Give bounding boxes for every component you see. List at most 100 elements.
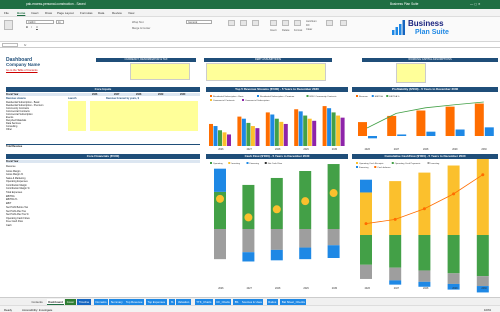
legend-label: Commercial Contracts <box>213 99 236 102</box>
cell-styles-button[interactable] <box>252 20 259 26</box>
status-ready: Ready <box>4 307 13 312</box>
bar <box>389 280 402 285</box>
launch-inputs[interactable] <box>68 101 86 131</box>
tick-label: 2029 <box>452 148 458 151</box>
bar <box>484 127 494 136</box>
year-label: 2026 <box>92 93 98 96</box>
legend-label: Investing <box>431 162 441 165</box>
conditional-formatting-button[interactable] <box>228 20 235 26</box>
autosum-button[interactable]: AutoSum <box>306 20 317 23</box>
bar <box>368 136 377 139</box>
wrap-text-button[interactable]: Wrap Text <box>132 21 144 24</box>
toc-link[interactable]: Go to the Table of Contents <box>6 69 38 72</box>
tab-data[interactable]: Data <box>98 11 104 15</box>
year-label: 2029 <box>158 93 164 96</box>
format-cells-button[interactable] <box>294 20 301 26</box>
tick-label: 2030 <box>332 287 338 290</box>
fin-fiscal-year-row: Fiscal Year <box>6 160 200 163</box>
forecast-inputs[interactable] <box>90 101 198 131</box>
bar <box>242 229 255 253</box>
fin-row: Operating Expenses <box>6 180 28 183</box>
cumcf-chart: Operating Cash Receipts Operating Cash Pa… <box>356 159 489 293</box>
legend-swatch <box>242 99 244 101</box>
tick-label: 2026 <box>218 287 224 290</box>
find-select-button[interactable] <box>340 20 347 26</box>
fiscal-year-row: Fiscal Year 2026 2027 2028 2029 2030 <box>6 93 200 96</box>
legend-swatch <box>356 162 358 164</box>
tab-file[interactable]: File <box>4 11 9 15</box>
italic-button[interactable]: I <box>31 26 32 29</box>
name-box[interactable] <box>2 43 18 47</box>
legend-label: EBITDA <box>375 95 383 98</box>
bar <box>303 115 308 146</box>
format-label: Format <box>294 29 303 32</box>
sheet-grid[interactable]: Dashboard Company Name Go to the Table o… <box>0 48 500 297</box>
company-name: Company Name <box>6 62 41 67</box>
tab-formulas[interactable]: Formulas <box>80 11 93 15</box>
bar <box>476 235 489 277</box>
tab-home[interactable]: Home <box>17 11 25 15</box>
bar <box>476 159 489 235</box>
wc-inputs[interactable] <box>396 63 426 83</box>
sheet-tabs-bar: Contents Dashboard Cover Timeline Domains Sum… <box>0 297 500 305</box>
bold-button[interactable]: B <box>26 26 28 29</box>
legend-label: Operating Cash Receipts <box>359 162 384 165</box>
bar <box>270 229 283 250</box>
bar <box>447 235 460 274</box>
insert-label: Insert <box>270 29 277 32</box>
core-inputs-header: Core Inputs <box>6 87 200 92</box>
tab-view[interactable]: View <box>128 11 134 15</box>
bar <box>307 118 312 146</box>
fx-icon: fx <box>24 43 27 47</box>
rev-streams-head: Revenue streams Launch Revenue forecast … <box>6 97 200 100</box>
clear-button[interactable]: Clear <box>306 28 312 31</box>
merge-center-button[interactable]: Merge & Center <box>132 27 150 30</box>
bar <box>360 192 372 235</box>
bar <box>360 235 372 265</box>
cashflow-chart: Operating Investing Financing Net Cash Flow… <box>210 162 340 290</box>
delete-cells-button[interactable] <box>282 20 289 26</box>
tick-label: 2029 <box>452 287 458 290</box>
bar <box>209 123 213 146</box>
format-table-button[interactable] <box>240 20 247 26</box>
debt-inputs[interactable] <box>206 63 326 81</box>
tab-insert[interactable]: Insert <box>31 11 39 15</box>
tick-label: 2028 <box>275 148 281 151</box>
font-select[interactable]: Calibri <box>26 20 54 24</box>
bar <box>327 229 340 246</box>
tab-draw[interactable]: Draw <box>45 11 52 15</box>
tick-label: 2027 <box>247 148 253 151</box>
tick-label: 2026 <box>365 287 371 290</box>
legend-swatch <box>257 95 259 97</box>
paste-button[interactable] <box>4 20 13 30</box>
fill-button[interactable]: Fill <box>306 24 309 27</box>
zoom-level[interactable]: 100% <box>484 308 491 312</box>
number-format-select[interactable]: General <box>186 20 212 24</box>
bar <box>389 235 402 268</box>
currency-inputs[interactable] <box>130 63 190 80</box>
core-inputs-table: Fiscal Year 2026 2027 2028 2029 2030 Rev… <box>6 93 200 149</box>
window-controls[interactable]: — ▢ ✕ <box>470 2 481 6</box>
bar <box>360 264 372 279</box>
debt-header: DEBT ASSUMPTIONS <box>204 58 332 62</box>
bar <box>474 103 484 136</box>
insert-cells-button[interactable] <box>270 20 277 26</box>
bar <box>246 122 251 146</box>
underline-button[interactable]: U <box>36 26 38 29</box>
sort-filter-button[interactable] <box>326 20 333 26</box>
fin-row: Cash <box>6 224 12 227</box>
tick-label: 2028 <box>275 287 281 290</box>
accessibility-status[interactable]: Accessibility: Investigate <box>22 308 52 312</box>
fin-row: Revenue <box>6 165 16 168</box>
bar <box>447 273 460 284</box>
net-marker <box>272 205 281 214</box>
bar <box>227 134 231 146</box>
legend-label: Financing <box>359 167 369 169</box>
tab-review[interactable]: Review <box>112 11 122 15</box>
stream-row: Other <box>6 128 12 131</box>
tab-page-layout[interactable]: Page Layout <box>57 11 74 15</box>
tick-label: 2027 <box>394 287 400 290</box>
legend-swatch <box>210 95 212 97</box>
font-size-select[interactable]: 11 <box>56 20 64 24</box>
bar <box>298 111 303 146</box>
